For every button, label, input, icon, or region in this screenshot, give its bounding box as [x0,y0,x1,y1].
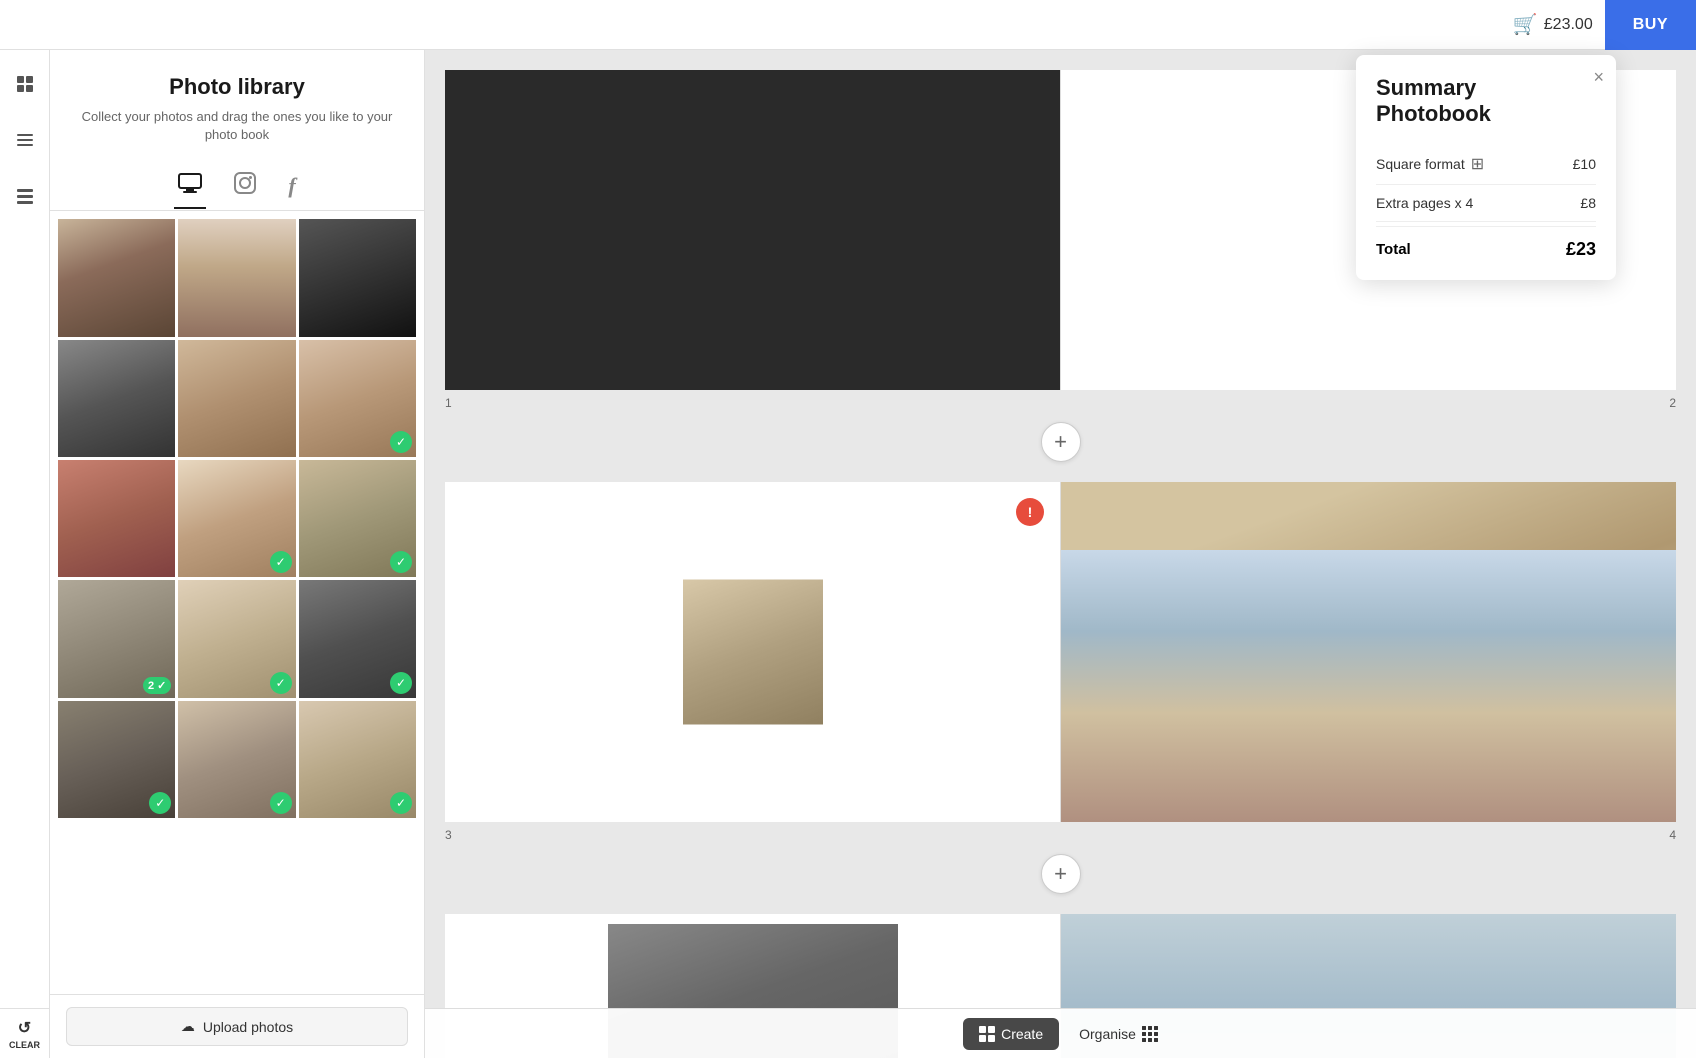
photo-check-mark: ✓ [270,672,292,694]
top-bar: 🛒 £23.00 BUY [0,0,1696,50]
tab-facebook[interactable]: f [284,165,299,209]
library-title: Photo library [66,74,408,100]
upload-cloud-icon: ☁ [181,1018,195,1035]
add-page-button-2[interactable]: + [445,854,1676,894]
summary-total-price: £23 [1566,239,1596,260]
library-subtitle: Collect your photos and drag the ones yo… [66,108,408,144]
summary-row-format: Square format ⊞ £10 [1376,144,1596,185]
photo-cell[interactable] [58,460,175,577]
cart-icon: 🛒 [1513,12,1538,37]
add-page-circle-2: + [1041,854,1081,894]
photo-cell[interactable]: ✓ [299,701,416,818]
photo-cell[interactable]: ✓ [178,460,295,577]
photo-grid-container: ✓ ✓ ✓ 2 ✓ ✓ [50,211,424,994]
page-spread-2: ! [445,482,1676,822]
library-header: Photo library Collect your photos and dr… [50,50,424,156]
photo-cell[interactable]: 2 ✓ [58,580,175,697]
photo-cell[interactable] [58,219,175,336]
sidebar-icon-grid[interactable] [7,66,43,102]
format-text: Square format [1376,156,1465,172]
photo-library-panel: Photo library Collect your photos and dr… [50,50,425,1058]
summary-row-pages: Extra pages x 4 £8 [1376,185,1596,222]
sidebar-icon-layers[interactable] [7,178,43,214]
photo-cell[interactable]: ✓ [299,340,416,457]
source-tabs: f [50,156,424,211]
clear-refresh-icon: ↺ [18,1018,31,1038]
add-page-circle: + [1041,422,1081,462]
organise-label: Organise [1079,1026,1136,1042]
upload-button[interactable]: ☁ Upload photos [66,1007,408,1046]
photo-cell[interactable]: ✓ [178,580,295,697]
format-icon[interactable]: ⊞ [1471,154,1484,174]
summary-popup: × Summary Photobook Square format ⊞ £10 … [1356,55,1616,280]
create-icon [979,1026,995,1042]
placed-photo [683,580,823,725]
photo-cell[interactable] [178,219,295,336]
create-button[interactable]: Create [963,1018,1059,1050]
page-num-4: 4 [1669,828,1676,842]
sidebar [0,50,50,1058]
summary-price-pages: £8 [1580,195,1596,211]
clear-label: CLEAR [9,1040,40,1050]
photo-cell[interactable]: ✓ [299,460,416,577]
summary-total-row: Total £23 [1376,226,1596,260]
organise-icon [1142,1026,1158,1042]
sidebar-icon-list[interactable] [7,122,43,158]
upload-label: Upload photos [203,1019,293,1035]
photo-grid: ✓ ✓ ✓ 2 ✓ ✓ [58,219,416,818]
photo-cell[interactable]: ✓ [299,580,416,697]
photo-check-mark: ✓ [270,792,292,814]
summary-price-format: £10 [1573,156,1596,172]
tab-instagram[interactable] [230,164,260,210]
page-num-3: 3 [445,828,452,842]
summary-label-format: Square format ⊞ [1376,154,1484,174]
warning-icon: ! [1016,498,1044,526]
create-label: Create [1001,1026,1043,1042]
photo-cell[interactable]: ✓ [178,701,295,818]
photo-cell[interactable] [178,340,295,457]
photo-cell[interactable] [299,219,416,336]
bottom-bar: Create Organise [425,1008,1696,1058]
upload-bar: ☁ Upload photos [50,994,424,1058]
photo-check-mark: ✓ [390,792,412,814]
summary-total-label: Total [1376,241,1411,258]
photo-check-mark: ✓ [390,431,412,453]
pages-text: Extra pages x 4 [1376,195,1473,211]
buy-button[interactable]: BUY [1605,0,1696,50]
summary-title: Summary Photobook [1376,75,1596,128]
add-page-button-1[interactable]: + [445,422,1676,462]
page-left-2: ! [445,482,1060,822]
photo-check-mark: ✓ [270,551,292,573]
page-right-2 [1060,482,1676,822]
page-left-1 [445,70,1060,390]
clear-button[interactable]: ↺ CLEAR [0,1008,50,1058]
page-num-2: 2 [1669,396,1676,410]
summary-label-pages: Extra pages x 4 [1376,195,1473,211]
tab-computer[interactable] [174,165,206,209]
price-display[interactable]: 🛒 £23.00 [1513,12,1605,37]
organise-button[interactable]: Organise [1079,1026,1158,1042]
summary-close-button[interactable]: × [1593,67,1604,88]
photo-check-num: 2 ✓ [143,677,171,694]
photo-cell[interactable]: ✓ [58,701,175,818]
photo-check-mark: ✓ [390,672,412,694]
price-value: £23.00 [1544,16,1593,34]
photo-cell[interactable] [58,340,175,457]
page-num-1: 1 [445,396,452,410]
